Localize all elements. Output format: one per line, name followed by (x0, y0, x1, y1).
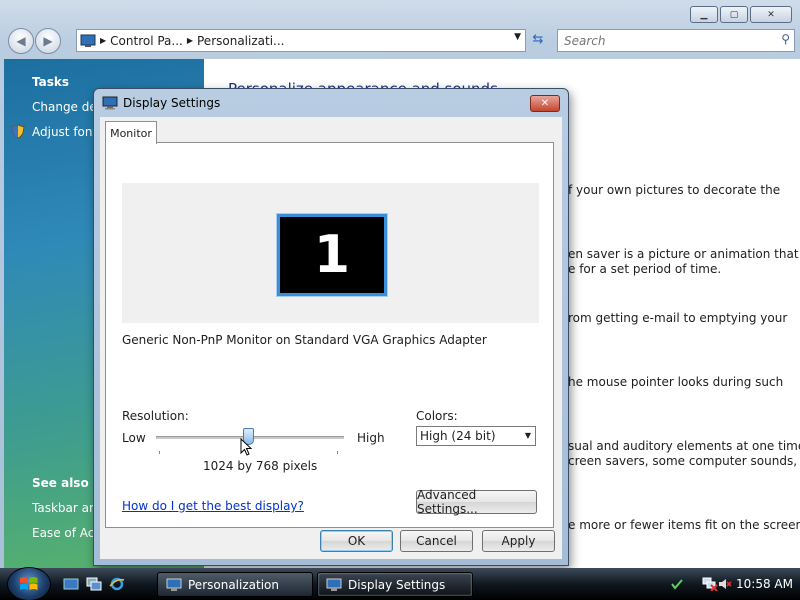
monitor-name: Generic Non-PnP Monitor on Standard VGA … (122, 333, 487, 347)
mouse-cursor-icon (240, 438, 253, 456)
dialog-body: Monitor 1 Generic Non-PnP Monitor on Sta… (100, 117, 562, 559)
personalization-icon (166, 578, 182, 591)
high-label: High (357, 431, 385, 445)
taskbar-button-display-settings[interactable]: Display Settings (317, 572, 473, 597)
low-label: Low (122, 431, 146, 445)
slider-tick (337, 451, 338, 454)
content-text: rom getting e-mail to emptying your (568, 311, 788, 325)
slider-tick (159, 451, 160, 454)
task-link-adjust-font-size[interactable]: Adjust font (32, 125, 97, 139)
monitor-tile[interactable]: 1 (277, 214, 387, 296)
content-text: e for a set period of time. (568, 262, 722, 276)
control-panel-icon (80, 34, 96, 47)
ok-button[interactable]: OK (320, 530, 393, 552)
windows-logo-icon (20, 577, 38, 590)
display-settings-icon (102, 96, 118, 110)
colors-dropdown[interactable]: High (24 bit) ▼ (416, 426, 536, 446)
colors-label: Colors: (416, 409, 458, 423)
dialog-title: Display Settings (123, 96, 221, 110)
back-button[interactable]: ◀ (8, 28, 34, 54)
address-bar[interactable]: ▶ Control Pa... ▶ Personalizati... ▼ (76, 29, 526, 52)
tasks-heading: Tasks (32, 75, 70, 89)
colors-selected-value: High (24 bit) (420, 429, 496, 443)
window-caption-buttons: ▁ ▢ ✕ (690, 6, 792, 23)
help-link[interactable]: How do I get the best display? (122, 499, 304, 513)
display-settings-icon (326, 578, 342, 591)
tab-monitor[interactable]: Monitor (105, 121, 157, 144)
content-text: f your own pictures to decorate the (568, 183, 781, 197)
apply-button[interactable]: Apply (482, 530, 555, 552)
breadcrumb-personalization[interactable]: Personalizati... (197, 34, 284, 48)
content-text: he mouse pointer looks during such (568, 375, 784, 389)
switch-windows-icon[interactable] (86, 577, 102, 591)
breadcrumb-control-panel[interactable]: Control Pa... (110, 34, 183, 48)
breadcrumb-separator-icon: ▶ (100, 36, 107, 45)
forward-button[interactable]: ▶ (35, 28, 61, 54)
content-text: creen savers, some computer sounds, (568, 454, 798, 468)
content-text: en saver is a picture or animation that (568, 247, 799, 261)
close-icon: ✕ (540, 98, 550, 109)
resolution-label: Resolution: (122, 409, 189, 423)
resolution-value: 1024 by 768 pixels (203, 459, 318, 473)
breadcrumb-separator-icon: ▶ (186, 36, 193, 45)
taskbar-label: Display Settings (348, 577, 446, 592)
display-settings-dialog: Display Settings ✕ Monitor 1 Generic Non… (93, 88, 569, 566)
taskbar: Personalization Display Settings (0, 568, 800, 600)
taskbar-button-personalization[interactable]: Personalization (157, 572, 313, 597)
see-also-link-ease-of-access[interactable]: Ease of Acc (32, 526, 101, 540)
see-also-heading: See also (32, 476, 89, 490)
content-text: e more or fewer items fit on the screen. (568, 518, 800, 532)
volume-muted-icon[interactable] (718, 577, 732, 591)
windows-defender-icon[interactable] (670, 577, 684, 591)
internet-explorer-icon[interactable] (109, 577, 125, 591)
start-button[interactable] (8, 568, 50, 600)
forward-arrow-icon: ▶ (43, 34, 53, 48)
taskbar-label: Personalization (188, 577, 279, 592)
advanced-settings-button[interactable]: Advanced Settings... (416, 488, 537, 516)
refresh-icon: ⇆ (532, 32, 544, 47)
chevron-down-icon[interactable]: ▼ (514, 32, 521, 42)
maximize-button[interactable]: ▢ (720, 6, 748, 23)
show-desktop-icon[interactable] (63, 577, 79, 591)
shield-icon (11, 124, 25, 139)
dialog-close-button[interactable]: ✕ (530, 95, 560, 112)
minimize-button[interactable]: ▁ (690, 6, 718, 23)
clock[interactable]: 10:58 AM (736, 577, 793, 591)
cancel-button[interactable]: Cancel (400, 530, 473, 552)
back-arrow-icon: ◀ (16, 34, 26, 48)
search-icon[interactable]: ⚲ (781, 32, 790, 46)
search-input[interactable] (562, 32, 766, 49)
chevron-down-icon: ▼ (524, 431, 531, 440)
search-box: ⚲ (557, 29, 795, 52)
content-text: sual and auditory elements at one time (568, 439, 800, 453)
tab-panel: 1 Generic Non-PnP Monitor on Standard VG… (105, 142, 554, 528)
close-button[interactable]: ✕ (750, 6, 792, 23)
network-disconnected-icon[interactable] (702, 577, 718, 591)
monitor-arrangement-area: 1 (122, 183, 539, 323)
refresh-button[interactable]: ⇆ (527, 29, 549, 50)
